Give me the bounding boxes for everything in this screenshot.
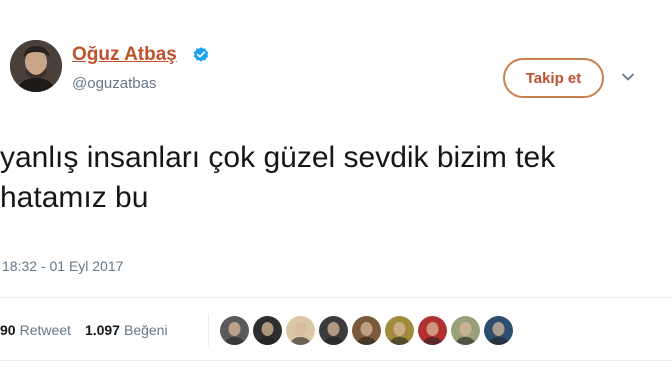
verified-badge-icon: [193, 47, 209, 62]
tweet-text-line: yanlış insanları çok güzel sevdik bizim …: [0, 141, 556, 174]
like-count[interactable]: 1.097: [85, 322, 120, 338]
liker-avatar[interactable]: [352, 316, 381, 345]
tweet-text-line: hatamız bu: [0, 181, 149, 214]
liker-avatar[interactable]: [418, 316, 447, 345]
retweet-count[interactable]: 90: [0, 322, 16, 338]
liker-avatar-image: [319, 316, 348, 345]
liker-avatar[interactable]: [319, 316, 348, 345]
liker-avatar[interactable]: [253, 316, 282, 345]
chevron-down-icon[interactable]: [619, 68, 637, 86]
tweet-stats: 90 Retweet 1.097 Beğeni: [0, 318, 182, 342]
liker-avatar-image: [220, 316, 249, 345]
display-name[interactable]: Oğuz Atbaş: [72, 44, 177, 66]
liker-avatar-image: [484, 316, 513, 345]
user-handle[interactable]: @oguzatbas: [72, 75, 156, 92]
divider: [0, 360, 672, 361]
liker-avatar-image: [418, 316, 447, 345]
liker-avatar-image: [286, 316, 315, 345]
liker-avatar[interactable]: [385, 316, 414, 345]
liker-avatar-image: [253, 316, 282, 345]
retweet-label[interactable]: Retweet: [20, 322, 71, 338]
liker-avatar[interactable]: [484, 316, 513, 345]
user-avatar[interactable]: [10, 40, 62, 92]
liker-avatar[interactable]: [286, 316, 315, 345]
divider: [0, 297, 672, 298]
liker-avatar-image: [451, 316, 480, 345]
tweet-card: Oğuz Atbaş @oguzatbas Takip et yanlış in…: [0, 0, 672, 378]
stats-separator: [208, 314, 209, 346]
follow-button[interactable]: Takip et: [503, 58, 604, 98]
tweet-timestamp[interactable]: 18:32 - 01 Eyl 2017: [2, 258, 123, 274]
liker-avatar-image: [352, 316, 381, 345]
avatar-image: [10, 40, 62, 92]
liker-avatars: [220, 316, 513, 346]
like-label[interactable]: Beğeni: [124, 322, 168, 338]
tweet-text: yanlış insanları çok güzel sevdik bizim …: [0, 138, 660, 218]
liker-avatar[interactable]: [220, 316, 249, 345]
liker-avatar-image: [385, 316, 414, 345]
liker-avatar[interactable]: [451, 316, 480, 345]
